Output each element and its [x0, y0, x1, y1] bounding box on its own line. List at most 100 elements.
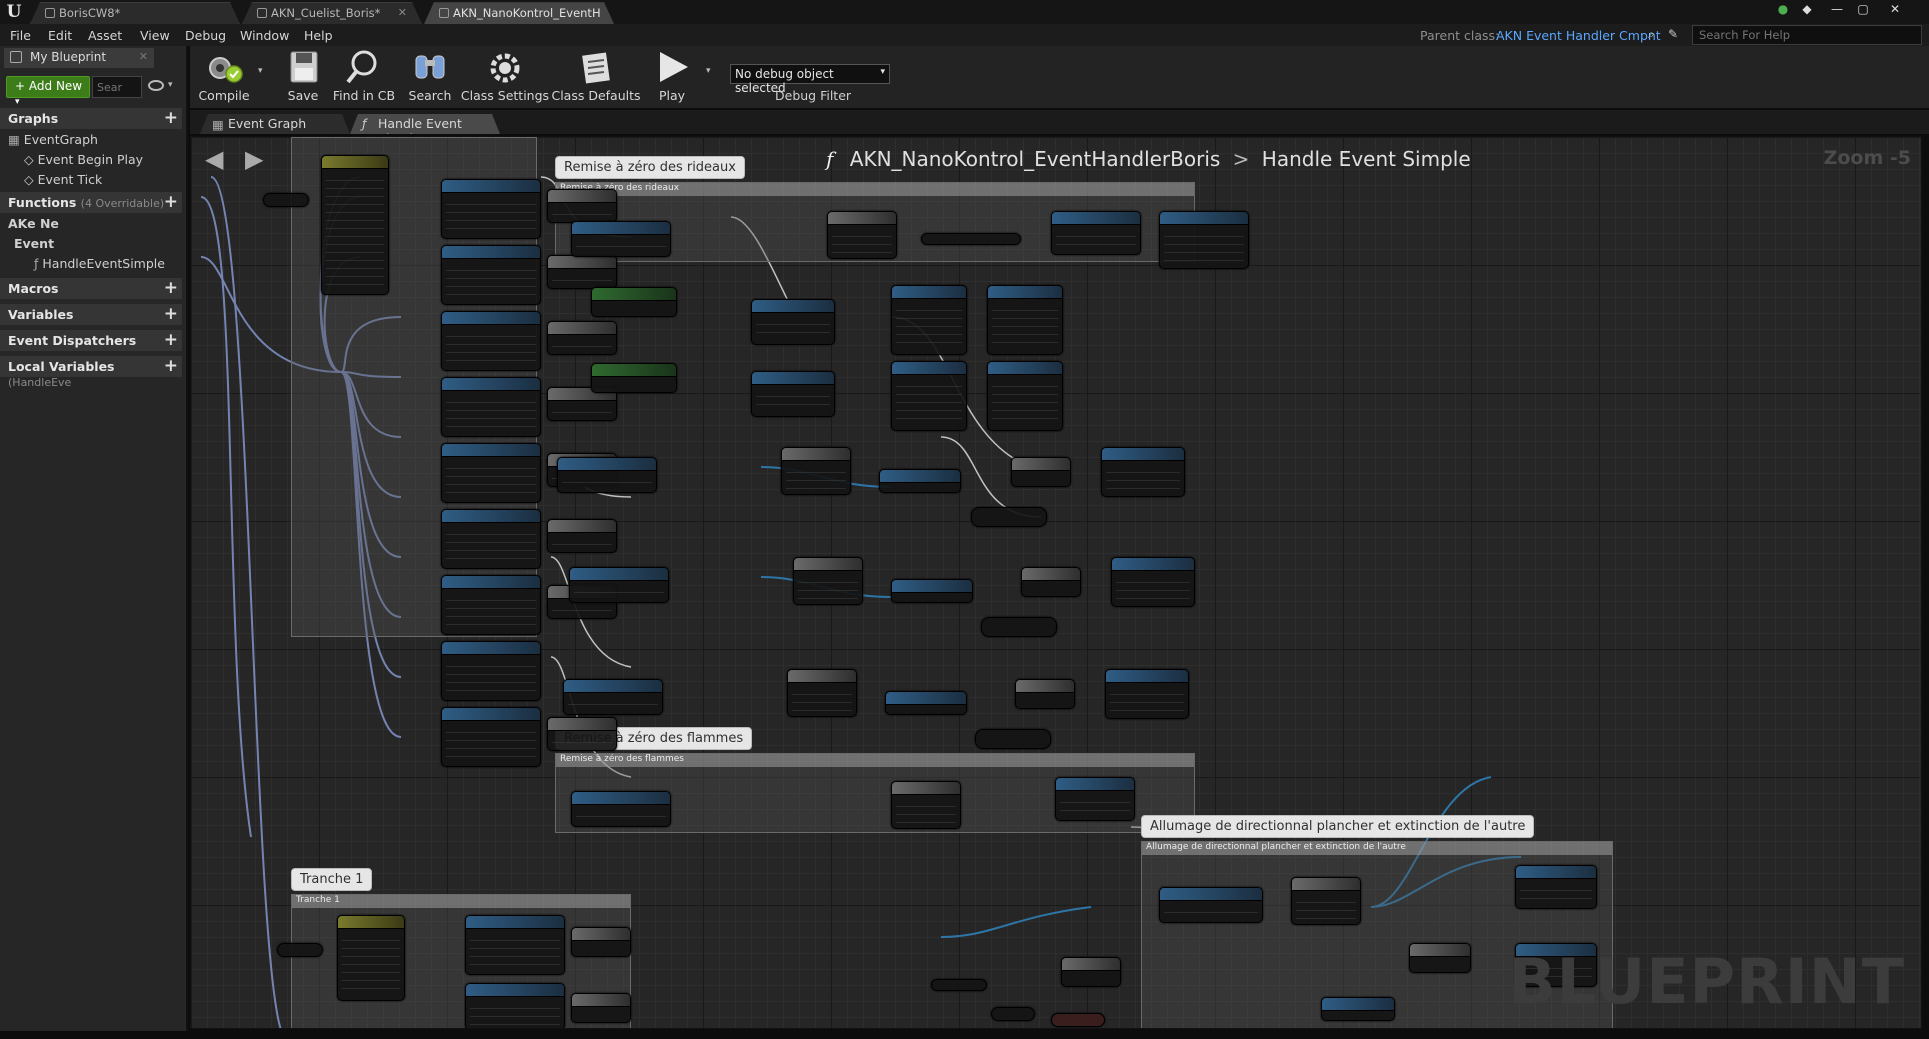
- play-button[interactable]: Play: [646, 48, 698, 103]
- minimize-button[interactable]: —: [1826, 2, 1848, 20]
- node-string-equal[interactable]: [991, 1007, 1035, 1021]
- node-get-all-actors-of-class[interactable]: [571, 791, 671, 827]
- local-variables-section[interactable]: Local Variables (HandleEve +: [0, 356, 182, 389]
- node-pressed-button[interactable]: [441, 575, 541, 635]
- node-pressed-button[interactable]: [441, 179, 541, 239]
- tree-item-event-begin-play[interactable]: ◇ Event Begin Play: [24, 152, 143, 167]
- node-branch[interactable]: [571, 927, 631, 957]
- chevron-down-icon[interactable]: ▾: [258, 66, 263, 76]
- node-string-equal[interactable]: [981, 617, 1057, 637]
- tree-item-event-tick[interactable]: ◇ Event Tick: [24, 172, 102, 187]
- search-button[interactable]: Search: [402, 48, 458, 103]
- doc-tab-eventhandler[interactable]: AKN_NanoKontrol_EventH: [424, 2, 614, 24]
- node-get-all-actors-of-class[interactable]: [571, 221, 671, 257]
- node-branch[interactable]: [1409, 943, 1471, 973]
- blueprint-search-input[interactable]: [92, 76, 142, 98]
- node-pressed-button[interactable]: [441, 509, 541, 569]
- node-get-display-name[interactable]: [891, 579, 973, 603]
- graph-editor-canvas[interactable]: ◀ ▶ f AKN_NanoKontrol_EventHandlerBoris …: [190, 136, 1922, 1029]
- node-branch[interactable]: [1021, 567, 1081, 597]
- node-foreach-loop[interactable]: [827, 211, 897, 259]
- node-set-actor-hidden-in-game[interactable]: [1101, 447, 1185, 497]
- notifications-icon[interactable]: ◆: [1796, 2, 1818, 20]
- functions-section[interactable]: Functions (4 Overridable) +: [0, 192, 182, 213]
- node-switch-on-string[interactable]: [337, 915, 405, 1001]
- node-pressed-button[interactable]: [441, 377, 541, 437]
- my-blueprint-tab[interactable]: My Blueprint ✕: [4, 48, 154, 68]
- tree-item-handle-event-simple[interactable]: ƒ HandleEventSimple: [34, 256, 165, 271]
- node-pressed-button[interactable]: [441, 641, 541, 701]
- node-pressed-button[interactable]: [465, 915, 565, 975]
- node-branch[interactable]: [547, 717, 617, 751]
- event-dispatchers-section[interactable]: Event Dispatchers +: [0, 330, 182, 351]
- node-ouverture-rideaux[interactable]: [987, 361, 1063, 431]
- node-get-component[interactable]: [921, 233, 1021, 245]
- node-branch[interactable]: [547, 519, 617, 553]
- node-get-display-name[interactable]: [879, 469, 961, 493]
- node-function-entry[interactable]: [277, 943, 323, 957]
- node-branch[interactable]: [547, 255, 617, 289]
- save-button[interactable]: Save: [278, 48, 328, 103]
- node-cast-to-cuelist[interactable]: [751, 371, 835, 417]
- close-window-button[interactable]: ✕: [1884, 2, 1906, 20]
- help-search-input[interactable]: [1692, 25, 1922, 45]
- menu-debug[interactable]: Debug: [185, 28, 226, 43]
- node-foreach-loop[interactable]: [787, 669, 857, 717]
- node-switch-on-string[interactable]: [321, 155, 389, 295]
- node-branch[interactable]: [1011, 457, 1071, 487]
- comment-bubble-allumage[interactable]: Allumage de directionnal plancher et ext…: [1141, 815, 1535, 838]
- parent-class-link[interactable]: AKN Event Handler Cmpnt: [1496, 28, 1661, 43]
- node-string-equal[interactable]: [971, 507, 1047, 527]
- find-in-cb-button[interactable]: Find in CB: [328, 48, 400, 103]
- node-set-actor-hidden-in-game[interactable]: [1111, 557, 1195, 607]
- add-icon[interactable]: +: [164, 192, 178, 212]
- node-pressed-button[interactable]: [441, 707, 541, 767]
- menu-file[interactable]: File: [10, 28, 31, 43]
- tree-category-event[interactable]: Event: [14, 236, 54, 251]
- node-get-display-name[interactable]: [885, 691, 967, 715]
- node-get-variable[interactable]: [931, 979, 987, 991]
- node-foreach-loop[interactable]: [1291, 877, 1361, 925]
- graphs-section[interactable]: Graphs +: [0, 108, 182, 129]
- doc-tab-boriscw8[interactable]: BorisCW8*: [30, 2, 240, 24]
- edit-parent-icon[interactable]: ✎: [1668, 27, 1678, 41]
- node-get-all-actors-of-class[interactable]: [1159, 887, 1263, 923]
- node-set-actor-hidden-in-game[interactable]: [1515, 865, 1597, 909]
- node-set-actor-hidden-in-game[interactable]: [1055, 777, 1135, 821]
- view-options-icon[interactable]: [148, 80, 164, 91]
- menu-asset[interactable]: Asset: [88, 28, 122, 43]
- node-foreach-loop[interactable]: [781, 447, 851, 495]
- compile-button[interactable]: Compile: [194, 48, 254, 103]
- node-pressed-button[interactable]: [441, 311, 541, 371]
- node-function-entry[interactable]: [263, 193, 309, 207]
- menu-help[interactable]: Help: [304, 28, 333, 43]
- variables-section[interactable]: Variables +: [0, 304, 182, 325]
- menu-view[interactable]: View: [140, 28, 170, 43]
- tree-category-ake-ne[interactable]: AKe Ne: [8, 216, 59, 231]
- node-get-all-actors-of-class[interactable]: [563, 679, 663, 715]
- node-string-equal[interactable]: [975, 729, 1051, 749]
- menu-window[interactable]: Window: [240, 28, 289, 43]
- node-set-play-rate[interactable]: [1051, 211, 1141, 255]
- node-get-all-actors-of-class[interactable]: [569, 567, 669, 603]
- node-foreach-loop[interactable]: [891, 781, 961, 829]
- add-icon[interactable]: +: [164, 278, 178, 298]
- node-or-boolean[interactable]: [1051, 1013, 1105, 1027]
- class-defaults-button[interactable]: Class Defaults: [550, 48, 642, 103]
- node-get-display-name[interactable]: [1321, 997, 1395, 1021]
- comment-bubble-tranche[interactable]: Tranche 1: [291, 868, 373, 891]
- node-pressed-button[interactable]: [441, 443, 541, 503]
- node-branch[interactable]: [1061, 957, 1121, 987]
- add-icon[interactable]: +: [164, 356, 178, 376]
- tree-item-eventgraph[interactable]: ▦ EventGraph: [8, 132, 98, 147]
- node-pressed-button[interactable]: [465, 983, 565, 1028]
- node-branch[interactable]: [571, 993, 631, 1023]
- doc-tab-cuelist[interactable]: AKN_Cuelist_Boris* ✕: [242, 2, 422, 24]
- add-icon[interactable]: +: [164, 330, 178, 350]
- tab-handle-event-simple[interactable]: ƒ Handle Event Simpl: [350, 114, 500, 134]
- node-cast-to-cuelist[interactable]: [751, 299, 835, 345]
- node-pressed-button[interactable]: [441, 245, 541, 305]
- chevron-down-icon[interactable]: ▾: [706, 66, 711, 76]
- node-ouverture-rideaux[interactable]: [987, 285, 1063, 355]
- close-icon[interactable]: ✕: [398, 6, 407, 19]
